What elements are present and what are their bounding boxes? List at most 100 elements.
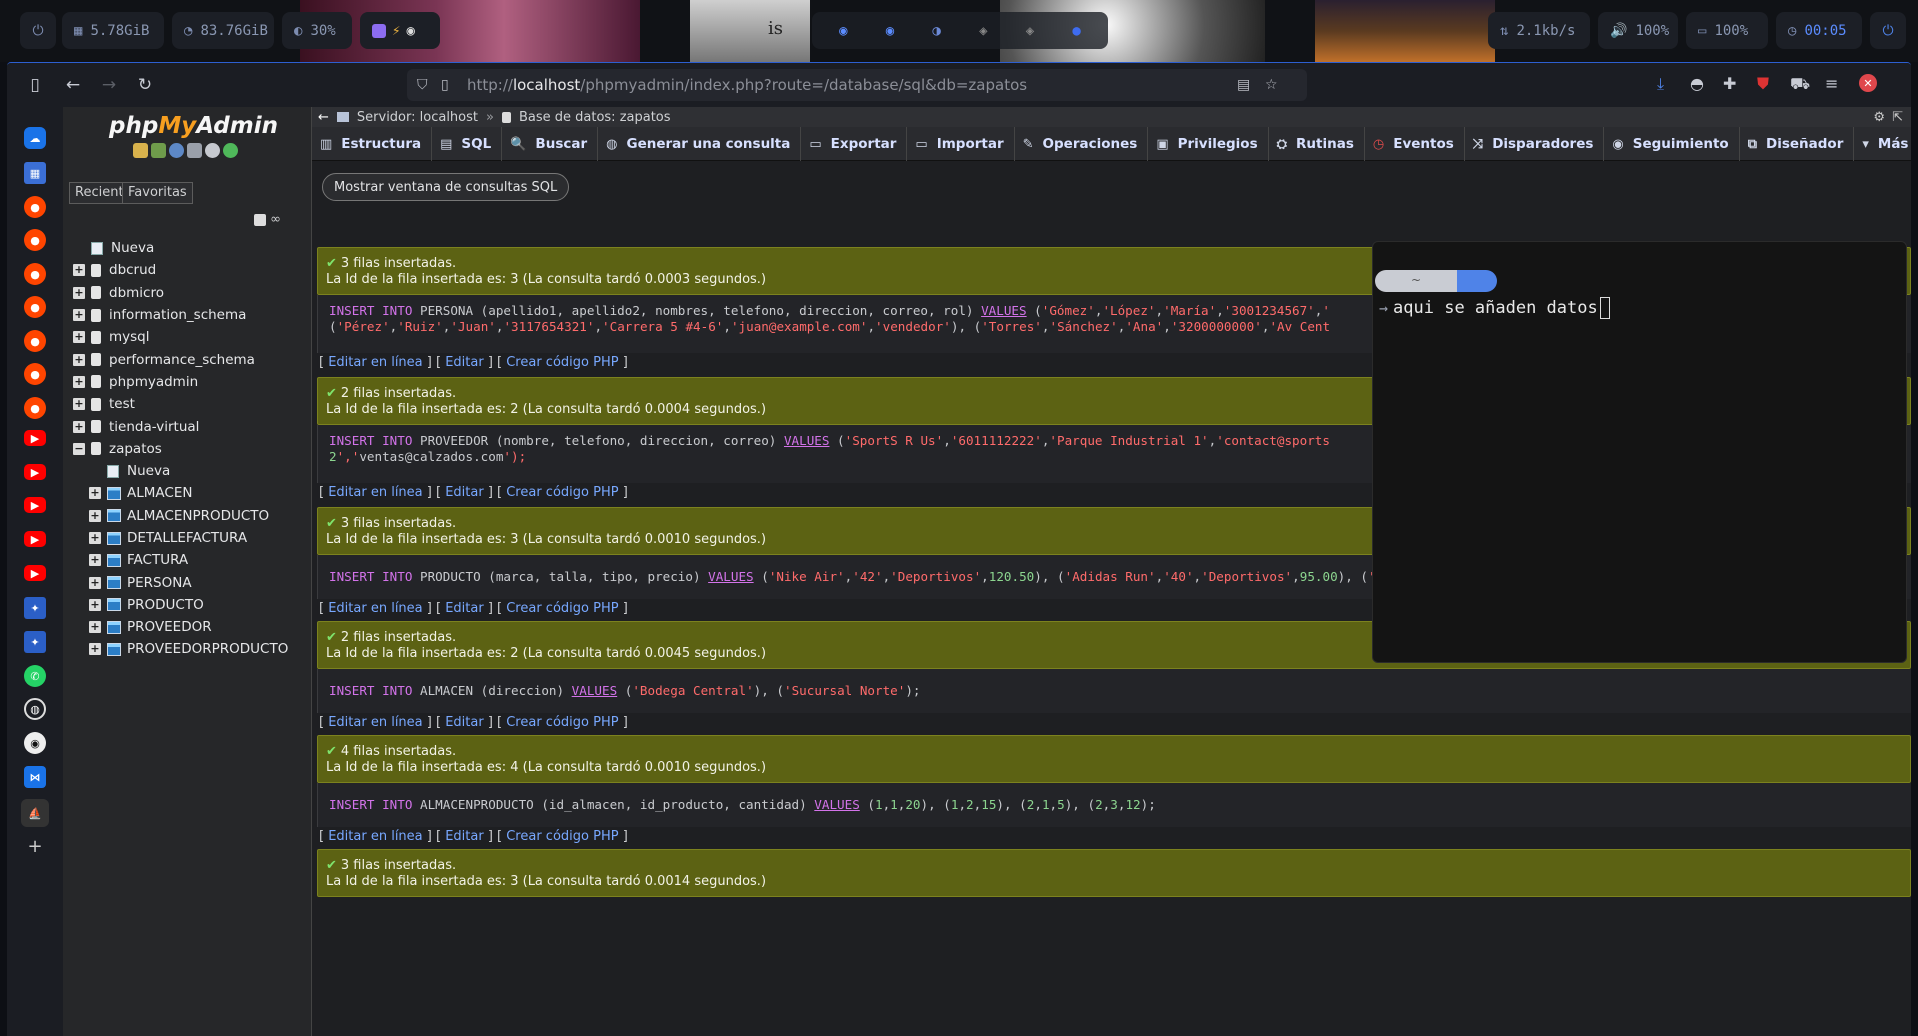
tree-database-item[interactable]: + information_schema	[73, 304, 308, 326]
github-icon[interactable]: ◉	[24, 732, 46, 754]
tree-table-item[interactable]: + DETALLEFACTURA	[73, 527, 308, 549]
ublock-icon[interactable]: ⛊	[1757, 74, 1769, 94]
bolt-icon[interactable]: ⚡	[392, 23, 400, 39]
reddit-icon[interactable]: ●	[24, 397, 46, 419]
workspace-4-icon[interactable]: ◈	[979, 23, 987, 39]
edit-link[interactable]: Editar	[445, 829, 484, 844]
pma-logo[interactable]: phpMyAdmin	[109, 113, 278, 139]
tree-table-item[interactable]: + PRODUCTO	[73, 594, 308, 616]
steam-icon[interactable]: ◉	[406, 23, 414, 39]
show-sql-window-button[interactable]: Mostrar ventana de consultas SQL	[322, 173, 570, 201]
expand-icon[interactable]: +	[89, 487, 101, 500]
settings-gear-icon[interactable]: ⚙	[1873, 110, 1885, 125]
expand-icon[interactable]: +	[89, 554, 101, 567]
edit-inline-link[interactable]: Editar en línea	[328, 829, 422, 844]
home-icon[interactable]	[133, 143, 148, 158]
tab-sql[interactable]: ▤ SQL	[432, 127, 503, 161]
tab-estructura[interactable]: ▥ Estructura	[312, 127, 433, 161]
expand-icon[interactable]: +	[73, 398, 85, 411]
tree-table-item[interactable]: + PERSONA	[73, 571, 308, 593]
create-php-code-link[interactable]: Crear código PHP	[506, 601, 618, 616]
tree-table-item[interactable]: + PROVEEDORPRODUCTO	[73, 638, 308, 660]
tree-table-item[interactable]: + FACTURA	[73, 549, 308, 571]
tab-privilegios[interactable]: ▣ Privilegios	[1148, 127, 1269, 161]
reddit-icon[interactable]: ●	[24, 263, 46, 285]
tree-table-item[interactable]: + ALMACENPRODUCTO	[73, 505, 308, 527]
docs-icon[interactable]	[187, 143, 202, 158]
breadcrumb-database[interactable]: Base de datos: zapatos	[519, 110, 671, 125]
edit-link[interactable]: Editar	[445, 355, 484, 370]
youtube-icon[interactable]: ▶	[24, 430, 46, 446]
share-icon[interactable]: ⋈	[24, 766, 46, 788]
expand-icon[interactable]: +	[73, 331, 85, 344]
sql-query-text[interactable]: INSERT INTO ALMACENPRODUCTO (id_almacen,…	[317, 783, 1911, 827]
workspace-1-icon[interactable]: ◉	[839, 23, 847, 39]
tree-database-item[interactable]: + mysql	[73, 326, 308, 348]
expand-icon[interactable]: +	[73, 353, 85, 366]
expand-icon[interactable]: +	[73, 264, 85, 277]
power-menu-button[interactable]: ⏻	[20, 12, 56, 49]
discord-icon[interactable]	[372, 23, 386, 38]
globe-icon[interactable]: ◍	[24, 698, 46, 720]
phpmyadmin-icon[interactable]: ⛵	[21, 799, 49, 827]
expand-icon[interactable]: +	[89, 532, 101, 544]
expand-icon[interactable]: +	[89, 643, 101, 656]
whatsapp-icon[interactable]: ✆	[24, 665, 46, 687]
back-icon[interactable]: ←	[61, 73, 85, 97]
reader-mode-icon[interactable]: ▤	[1237, 77, 1250, 93]
session-button[interactable]: ⏻	[1870, 12, 1906, 49]
cloud-icon[interactable]: ☁	[24, 127, 46, 149]
volume-widget[interactable]: 🔊 100%	[1598, 12, 1678, 49]
tab-eventos[interactable]: ◷ Eventos	[1365, 127, 1465, 161]
reload-icon[interactable]: ↻	[133, 73, 157, 97]
youtube-icon[interactable]: ▶	[24, 464, 46, 480]
network-widget[interactable]: ⇅ 2.1kb/s	[1488, 12, 1590, 49]
expand-icon[interactable]: +	[89, 576, 101, 589]
tab-rutinas[interactable]: ⛭ Rutinas	[1269, 127, 1365, 161]
tree-database-item[interactable]: + dbcrud	[73, 259, 308, 281]
tab-seguimiento[interactable]: ◉ Seguimiento	[1604, 127, 1740, 161]
tree-new-item[interactable]: Nueva	[73, 460, 308, 482]
battery-widget[interactable]: ▭ 100%	[1686, 12, 1768, 49]
expand-icon[interactable]: +	[89, 509, 101, 522]
workspace-5-icon[interactable]: ◈	[1026, 23, 1034, 39]
bookmark-star-icon[interactable]: ☆	[1265, 77, 1278, 93]
create-php-code-link[interactable]: Crear código PHP	[506, 715, 618, 730]
puzzle-app-icon[interactable]: ✦	[24, 631, 46, 653]
maximize-icon[interactable]: ⇱	[1892, 110, 1903, 125]
expand-icon[interactable]: +	[73, 309, 85, 322]
downloads-icon[interactable]: ⤓	[1657, 74, 1664, 94]
edit-inline-link[interactable]: Editar en línea	[328, 485, 422, 500]
edit-link[interactable]: Editar	[445, 601, 484, 616]
tab-operaciones[interactable]: ✎ Operaciones	[1015, 127, 1149, 161]
youtube-icon[interactable]: ▶	[24, 497, 46, 513]
edit-inline-link[interactable]: Editar en línea	[328, 601, 422, 616]
logout-icon[interactable]	[151, 143, 166, 158]
tree-database-item[interactable]: + test	[73, 393, 308, 415]
create-php-code-link[interactable]: Crear código PHP	[506, 355, 618, 370]
edit-link[interactable]: Editar	[445, 715, 484, 730]
extensions-icon[interactable]: ✚	[1723, 74, 1736, 93]
breadcrumb-server[interactable]: Servidor: localhost	[357, 110, 478, 125]
reload-nav-icon[interactable]	[223, 143, 238, 158]
reddit-icon[interactable]: ●	[24, 330, 46, 352]
cpu-widget[interactable]: ◐ 30%	[282, 12, 352, 49]
tab-diseñador[interactable]: ⧉ Diseñador	[1740, 127, 1855, 161]
tab-generar-una-consulta[interactable]: ◍ Generar una consulta	[598, 127, 802, 161]
tree-table-item[interactable]: + ALMACEN	[73, 482, 308, 504]
tree-new-item[interactable]: Nueva	[73, 237, 308, 259]
tab-exportar[interactable]: ▭ Exportar	[801, 127, 908, 161]
reddit-icon[interactable]: ●	[24, 363, 46, 385]
sql-query-text[interactable]: INSERT INTO ALMACEN (direccion) VALUES (…	[317, 669, 1911, 713]
puzzle-app-icon[interactable]: ✦	[24, 597, 46, 619]
workspace-switcher[interactable]: ◉ ◉ ◑ ◈ ◈ ●	[812, 12, 1108, 49]
workspace-6-icon[interactable]: ●	[1072, 23, 1080, 39]
tree-database-item[interactable]: + performance_schema	[73, 348, 308, 370]
tree-database-item[interactable]: + dbmicro	[73, 282, 308, 304]
workspace-3-icon[interactable]: ◑	[932, 23, 940, 39]
create-php-code-link[interactable]: Crear código PHP	[506, 485, 618, 500]
tray-apps[interactable]: ⚡ ◉	[360, 12, 440, 49]
tree-database-item[interactable]: + phpmyadmin	[73, 371, 308, 393]
disk-widget[interactable]: ◔ 83.76GiB	[172, 12, 274, 49]
collapse-left-icon[interactable]: ←	[318, 110, 329, 125]
